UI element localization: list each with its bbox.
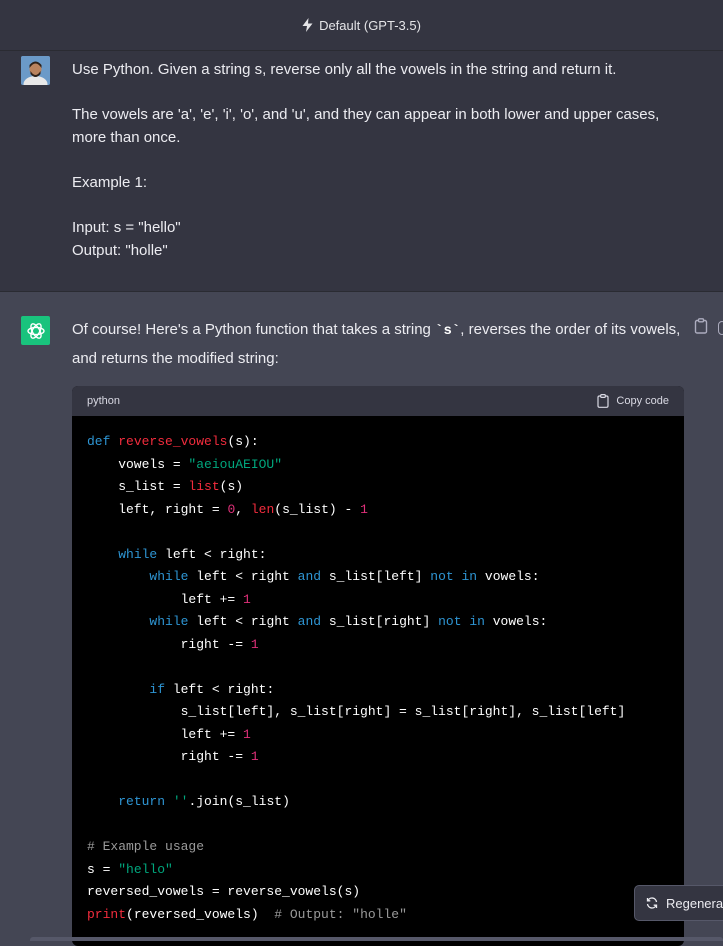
assistant-message: Of course! Here's a Python function that… bbox=[0, 292, 723, 946]
thumb-icon[interactable] bbox=[718, 321, 723, 335]
inline-code: `s` bbox=[435, 323, 461, 339]
chatgpt-logo-icon bbox=[21, 316, 50, 345]
copy-code-button[interactable]: Copy code bbox=[597, 394, 669, 408]
code-header: python Copy code bbox=[72, 386, 684, 416]
assistant-intro: Of course! Here's a Python function that… bbox=[72, 316, 682, 373]
clipboard-icon[interactable] bbox=[694, 318, 708, 339]
lightning-icon bbox=[302, 18, 313, 32]
example-output: Output: "holle" bbox=[72, 242, 168, 259]
regenerate-label: Regenerate bbox=[666, 895, 723, 911]
clipboard-icon bbox=[597, 394, 610, 408]
model-header[interactable]: Default (GPT-3.5) bbox=[0, 0, 723, 51]
code-content[interactable]: def reverse_vowels(s): vowels = "aeiouAE… bbox=[72, 416, 684, 941]
user-message-text: Use Python. Given a string s, reverse on… bbox=[72, 58, 692, 262]
user-paragraph: Use Python. Given a string s, reverse on… bbox=[72, 61, 617, 78]
model-label: Default (GPT-3.5) bbox=[319, 17, 421, 33]
user-paragraph: The vowels are 'a', 'e', 'i', 'o', and '… bbox=[72, 106, 660, 146]
code-block: python Copy code def reverse_vowels(s): … bbox=[72, 386, 684, 946]
user-paragraph: Example 1: bbox=[72, 174, 148, 191]
copy-code-label: Copy code bbox=[616, 395, 669, 407]
user-message: Use Python. Given a string s, reverse on… bbox=[0, 51, 723, 292]
user-avatar bbox=[21, 56, 50, 85]
code-language: python bbox=[87, 395, 121, 407]
refresh-icon bbox=[646, 897, 658, 909]
input-area-edge bbox=[30, 937, 723, 941]
regenerate-button[interactable]: Regenerate bbox=[634, 885, 723, 921]
example-input: Input: s = "hello" bbox=[72, 219, 181, 236]
intro-text: Of course! Here's a Python function that… bbox=[72, 321, 436, 338]
